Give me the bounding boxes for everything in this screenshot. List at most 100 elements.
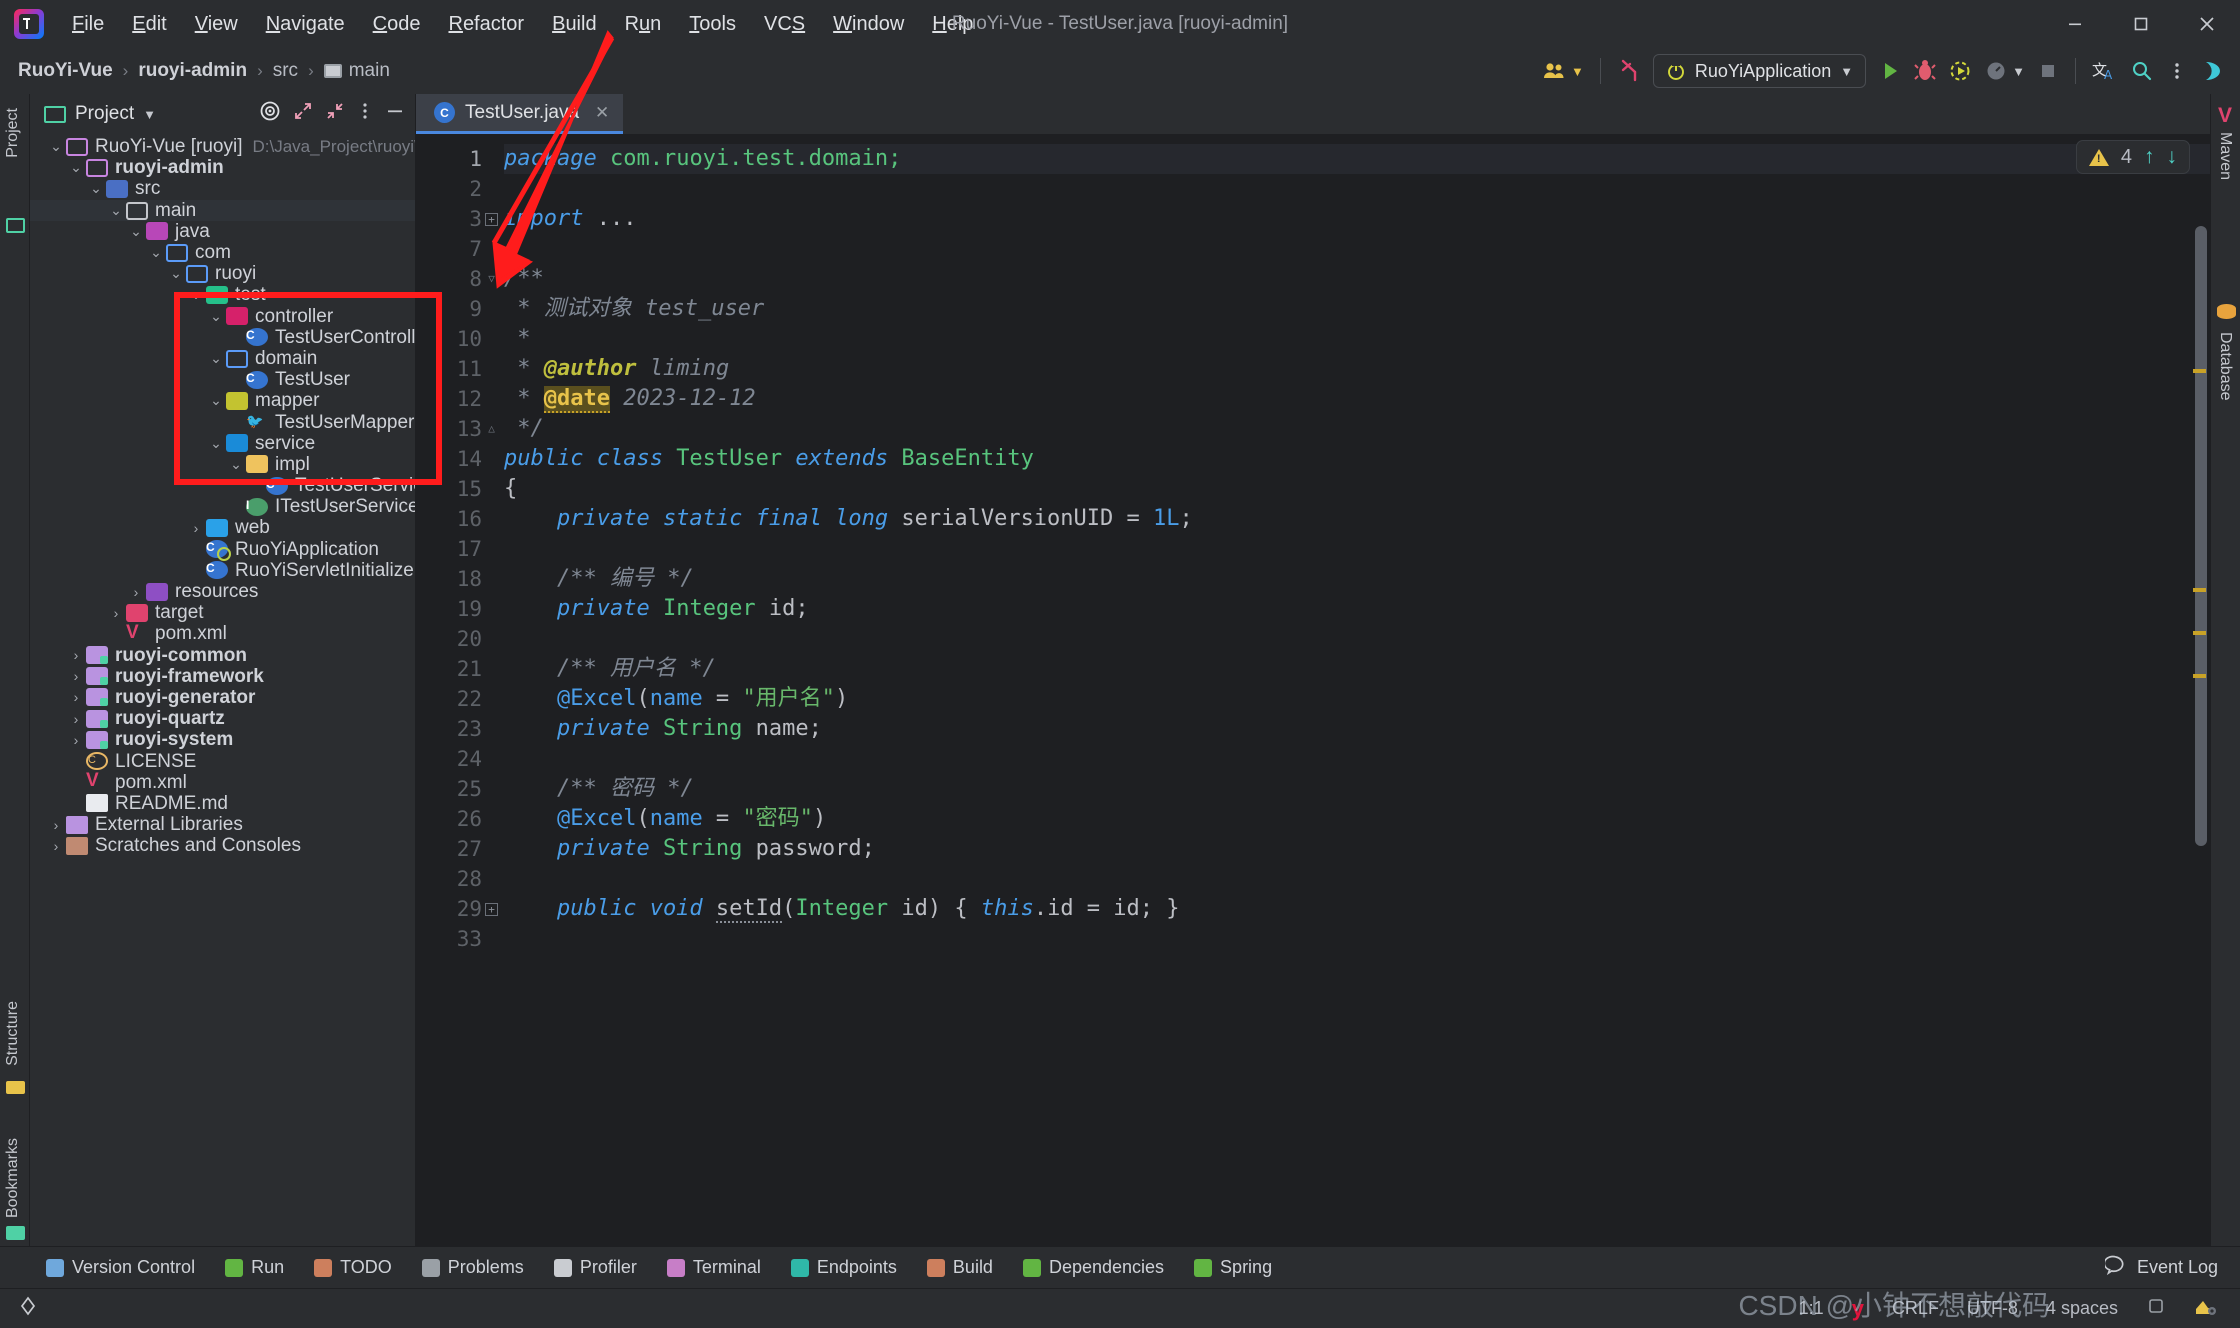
tree-node-ruoyi-framework[interactable]: › ruoyi-framework [30,666,415,687]
more-vertical-icon[interactable] [357,101,373,127]
maximize-button[interactable] [2108,0,2174,48]
code-line[interactable]: public class TestUser extends BaseEntity [504,444,2210,474]
code-line[interactable] [504,924,2210,954]
chevron-down-icon[interactable]: ⌄ [46,138,66,155]
menu-item-tools[interactable]: Tools [675,7,750,41]
chevron-right-icon[interactable]: › [186,520,206,536]
tree-node-test[interactable]: ⌄ test [30,284,415,305]
menu-item-build[interactable]: Build [538,7,610,41]
code-line[interactable] [504,534,2210,564]
close-button[interactable] [2174,0,2240,48]
menu-item-help[interactable]: Help [918,7,987,41]
code-line[interactable] [504,744,2210,774]
chevron-right-icon[interactable]: › [66,732,86,748]
code-content[interactable]: package com.ruoyi.test.domain; import ..… [494,134,2210,1246]
tree-node-testuser[interactable]: C TestUser [30,369,415,390]
rail-item-project[interactable]: Project [4,108,22,158]
translate-icon[interactable]: 文A [2086,54,2124,88]
tree-node-main[interactable]: ⌄ main [30,199,415,221]
minimize-button[interactable] [2042,0,2108,48]
code-view[interactable]: 1 2 3 +7 8 ▽ 9 10 11 12 13 △ 14 15 16 17 18 19 20 21 22 23 24 2… [416,134,2210,1246]
tree-node-ruoyiservletinitializer[interactable]: C RuoYiServletInitializer [30,560,415,581]
tree-node-target[interactable]: › target [30,602,415,623]
tree-node-readme-md[interactable]: README.md [30,793,415,814]
profiler-icon[interactable]: ▼ [1978,54,2031,88]
tool-window-spring[interactable]: Spring [1194,1257,1272,1278]
menu-item-file[interactable]: File [58,7,118,41]
code-line[interactable]: * @date 2023-12-12 [504,384,2210,414]
collapse-icon[interactable] [325,101,345,127]
inspection-widget[interactable]: 4 ↑ ↓ [2075,140,2190,174]
chevron-right-icon[interactable]: › [46,817,66,833]
hide-panel-icon[interactable] [385,101,405,127]
chevron-right-icon[interactable]: › [66,668,86,684]
tree-node-pom-xml[interactable]: Vpom.xml [30,623,415,645]
debug-icon[interactable] [1908,54,1942,88]
tree-node-itestuserservice[interactable]: I ITestUserService [30,496,415,517]
tree-node-ruoyi-system[interactable]: › ruoyi-system [30,729,415,750]
tree-node-license[interactable]: C LICENSE [30,750,415,772]
code-line[interactable] [504,864,2210,894]
tree-node-ruoyi-generator[interactable]: › ruoyi-generator [30,687,415,708]
menu-item-run[interactable]: Run [611,7,676,41]
ai-assistant-icon[interactable] [2194,54,2230,88]
chevron-down-icon[interactable]: ⌄ [66,159,86,176]
code-line[interactable]: package com.ruoyi.test.domain; [504,144,2210,174]
tree-node-ruoyi-quartz[interactable]: › ruoyi-quartz [30,708,415,729]
chevron-right-icon[interactable]: › [106,605,126,621]
code-line[interactable]: @Excel(name = "密码") [504,804,2210,834]
chevron-down-icon[interactable]: ⌄ [166,265,186,282]
tree-node-ruoyi[interactable]: ⌄ ruoyi [30,263,415,284]
tool-window-todo[interactable]: TODO [314,1257,392,1278]
chevron-down-icon[interactable]: ⌄ [206,435,226,452]
expand-icon[interactable] [293,101,313,127]
indent-setting[interactable]: 4 spaces [2046,1298,2118,1319]
code-line[interactable]: private String password; [504,834,2210,864]
tree-node-web[interactable]: › web [30,517,415,538]
code-line[interactable]: public void setId(Integer id) { this.id … [504,894,2210,924]
inspections-gear-icon[interactable] [2194,1295,2218,1322]
run-with-coverage-icon[interactable] [1942,54,1978,88]
chevron-right-icon[interactable]: › [126,584,146,600]
tree-node-testusercontroller[interactable]: CTestUserController [30,327,415,348]
breadcrumb-item-ruoyi-vue[interactable]: RuoYi-Vue [18,60,113,82]
tree-node-external-libraries[interactable]: › External Libraries [30,814,415,835]
breadcrumb-item-main[interactable]: main [323,60,390,82]
status-left-icon[interactable] [18,1295,38,1322]
rail-item-database[interactable]: Database [2216,332,2234,401]
code-line[interactable]: /** 编号 */ [504,564,2210,594]
tree-node-ruoyi-common[interactable]: › ruoyi-common [30,645,415,666]
previous-problem-icon[interactable]: ↑ [2144,145,2155,169]
target-icon[interactable] [259,100,281,128]
code-line[interactable] [504,174,2210,204]
chevron-down-icon[interactable]: ⌄ [206,308,226,325]
code-line[interactable]: */ [504,414,2210,444]
run-configuration-selector[interactable]: RuoYiApplication ▼ [1652,54,1867,88]
code-line[interactable]: private static final long serialVersionU… [504,504,2210,534]
tool-window-terminal[interactable]: Terminal [666,1257,761,1278]
code-line[interactable]: { [504,474,2210,504]
code-line[interactable]: /** 用户名 */ [504,654,2210,684]
tree-node-mapper[interactable]: ⌄ mapper [30,390,415,411]
code-line[interactable]: * [504,324,2210,354]
menu-item-navigate[interactable]: Navigate [252,7,359,41]
menu-item-vcs[interactable]: VCS [750,7,819,41]
caret-position[interactable]: 1:1 [1799,1298,1824,1319]
chevron-down-icon[interactable]: ⌄ [226,456,246,473]
run-icon[interactable] [1872,54,1908,88]
chevron-down-icon[interactable]: ⌄ [206,392,226,409]
tool-window-run[interactable]: Run [225,1257,284,1278]
project-tree[interactable]: ⌄ RuoYi-Vue [ruoyi] D:\Java_Project\ruoyi\… [30,134,415,1246]
vcs-branch-icon[interactable] [1611,54,1647,88]
tree-node-impl[interactable]: ⌄ impl [30,454,415,475]
menu-item-refactor[interactable]: Refactor [434,7,538,41]
chevron-right-icon[interactable]: › [66,689,86,705]
error-stripe-markers[interactable] [2190,174,2210,1246]
tool-window-dependencies[interactable]: Dependencies [1022,1257,1164,1278]
search-icon[interactable] [2124,54,2160,88]
chevron-down-icon[interactable]: ⌄ [126,223,146,240]
rail-item-bookmarks[interactable]: Bookmarks [4,1138,22,1218]
tree-node-pom-xml[interactable]: Vpom.xml [30,771,415,793]
chevron-down-icon[interactable]: ⌄ [86,180,106,197]
chevron-right-icon[interactable]: › [66,711,86,727]
